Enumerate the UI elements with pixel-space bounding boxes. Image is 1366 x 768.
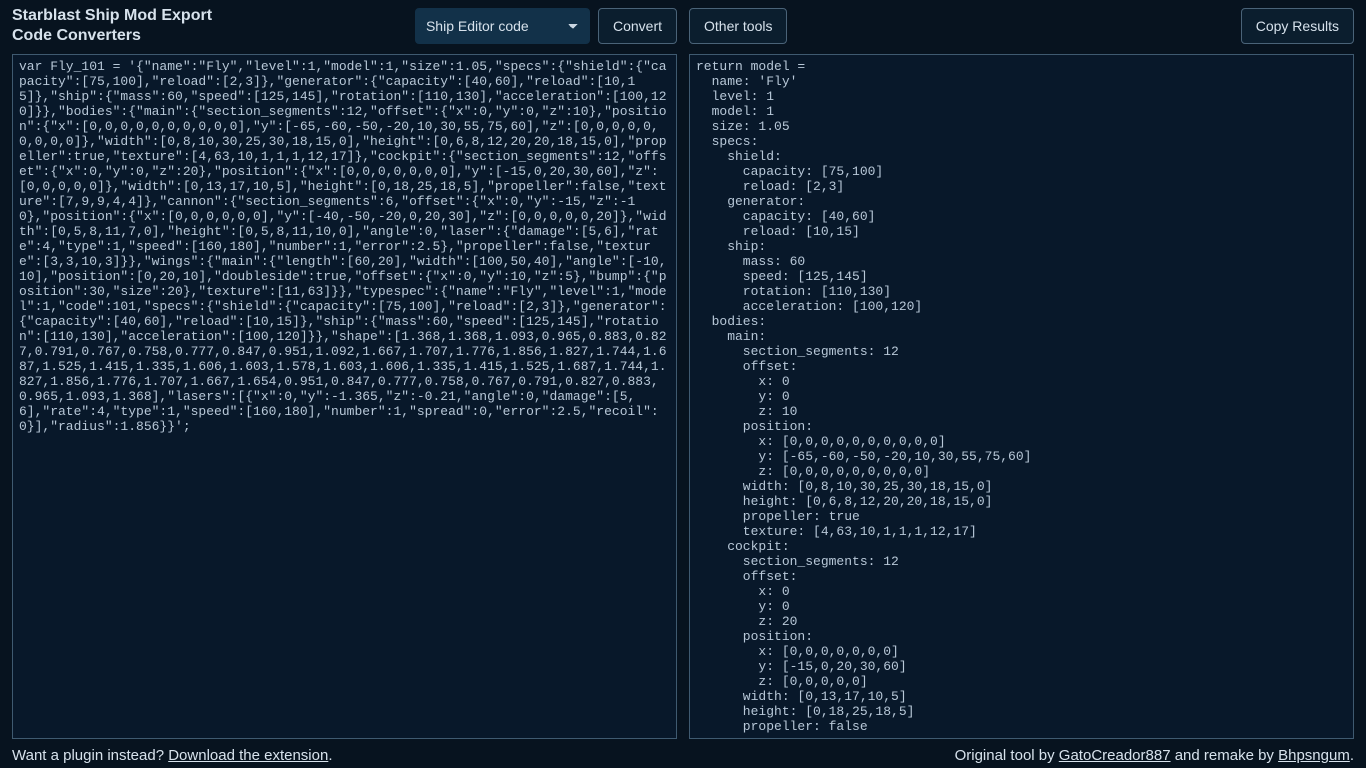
credits: Original tool by GatoCreador887 and rema… [955,747,1354,764]
other-tools-button[interactable]: Other tools [689,8,787,44]
output-code-text: return model = name: 'Fly' level: 1 mode… [696,59,1347,734]
author2-link[interactable]: Bhpsngum [1278,747,1350,764]
input-code-text: var Fly_101 = '{"name":"Fly","level":1,"… [19,59,670,434]
copy-results-button[interactable]: Copy Results [1241,8,1354,44]
input-panel: var Fly_101 = '{"name":"Fly","level":1,"… [12,54,677,739]
author1-link[interactable]: GatoCreador887 [1059,747,1171,764]
page-title: Starblast Ship Mod Export Code Converter… [12,6,232,46]
download-extension-link[interactable]: Download the extension [168,747,328,764]
input-code-area[interactable]: var Fly_101 = '{"name":"Fly","level":1,"… [13,55,676,738]
convert-button[interactable]: Convert [598,8,677,44]
plugin-prompt: Want a plugin instead? Download the exte… [12,747,333,764]
title-line-1: Starblast Ship Mod Export [12,7,212,24]
code-type-dropdown[interactable]: Ship Editor code [415,8,590,44]
output-code-area[interactable]: return model = name: 'Fly' level: 1 mode… [690,55,1353,738]
title-line-2: Code Converters [12,27,141,44]
output-panel: return model = name: 'Fly' level: 1 mode… [689,54,1354,739]
